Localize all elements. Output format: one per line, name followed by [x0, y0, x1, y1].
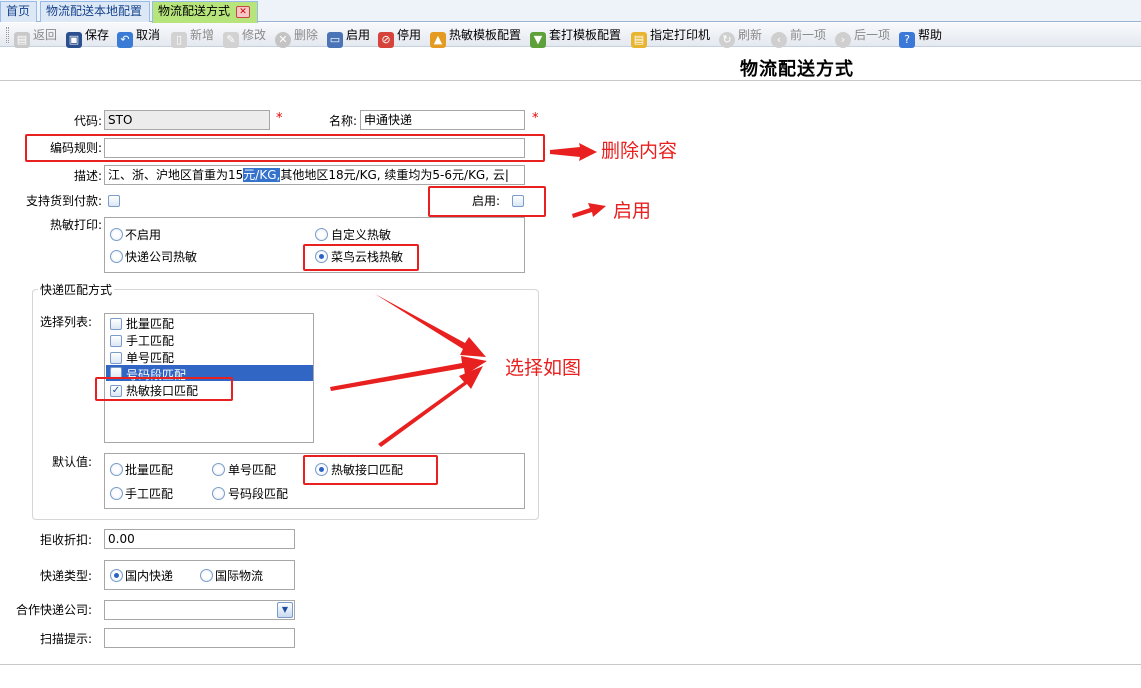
annotation-arrows	[330, 143, 606, 447]
arrow-icon	[375, 294, 486, 357]
arrow-icon	[550, 143, 597, 161]
arrow-icon	[572, 203, 606, 218]
